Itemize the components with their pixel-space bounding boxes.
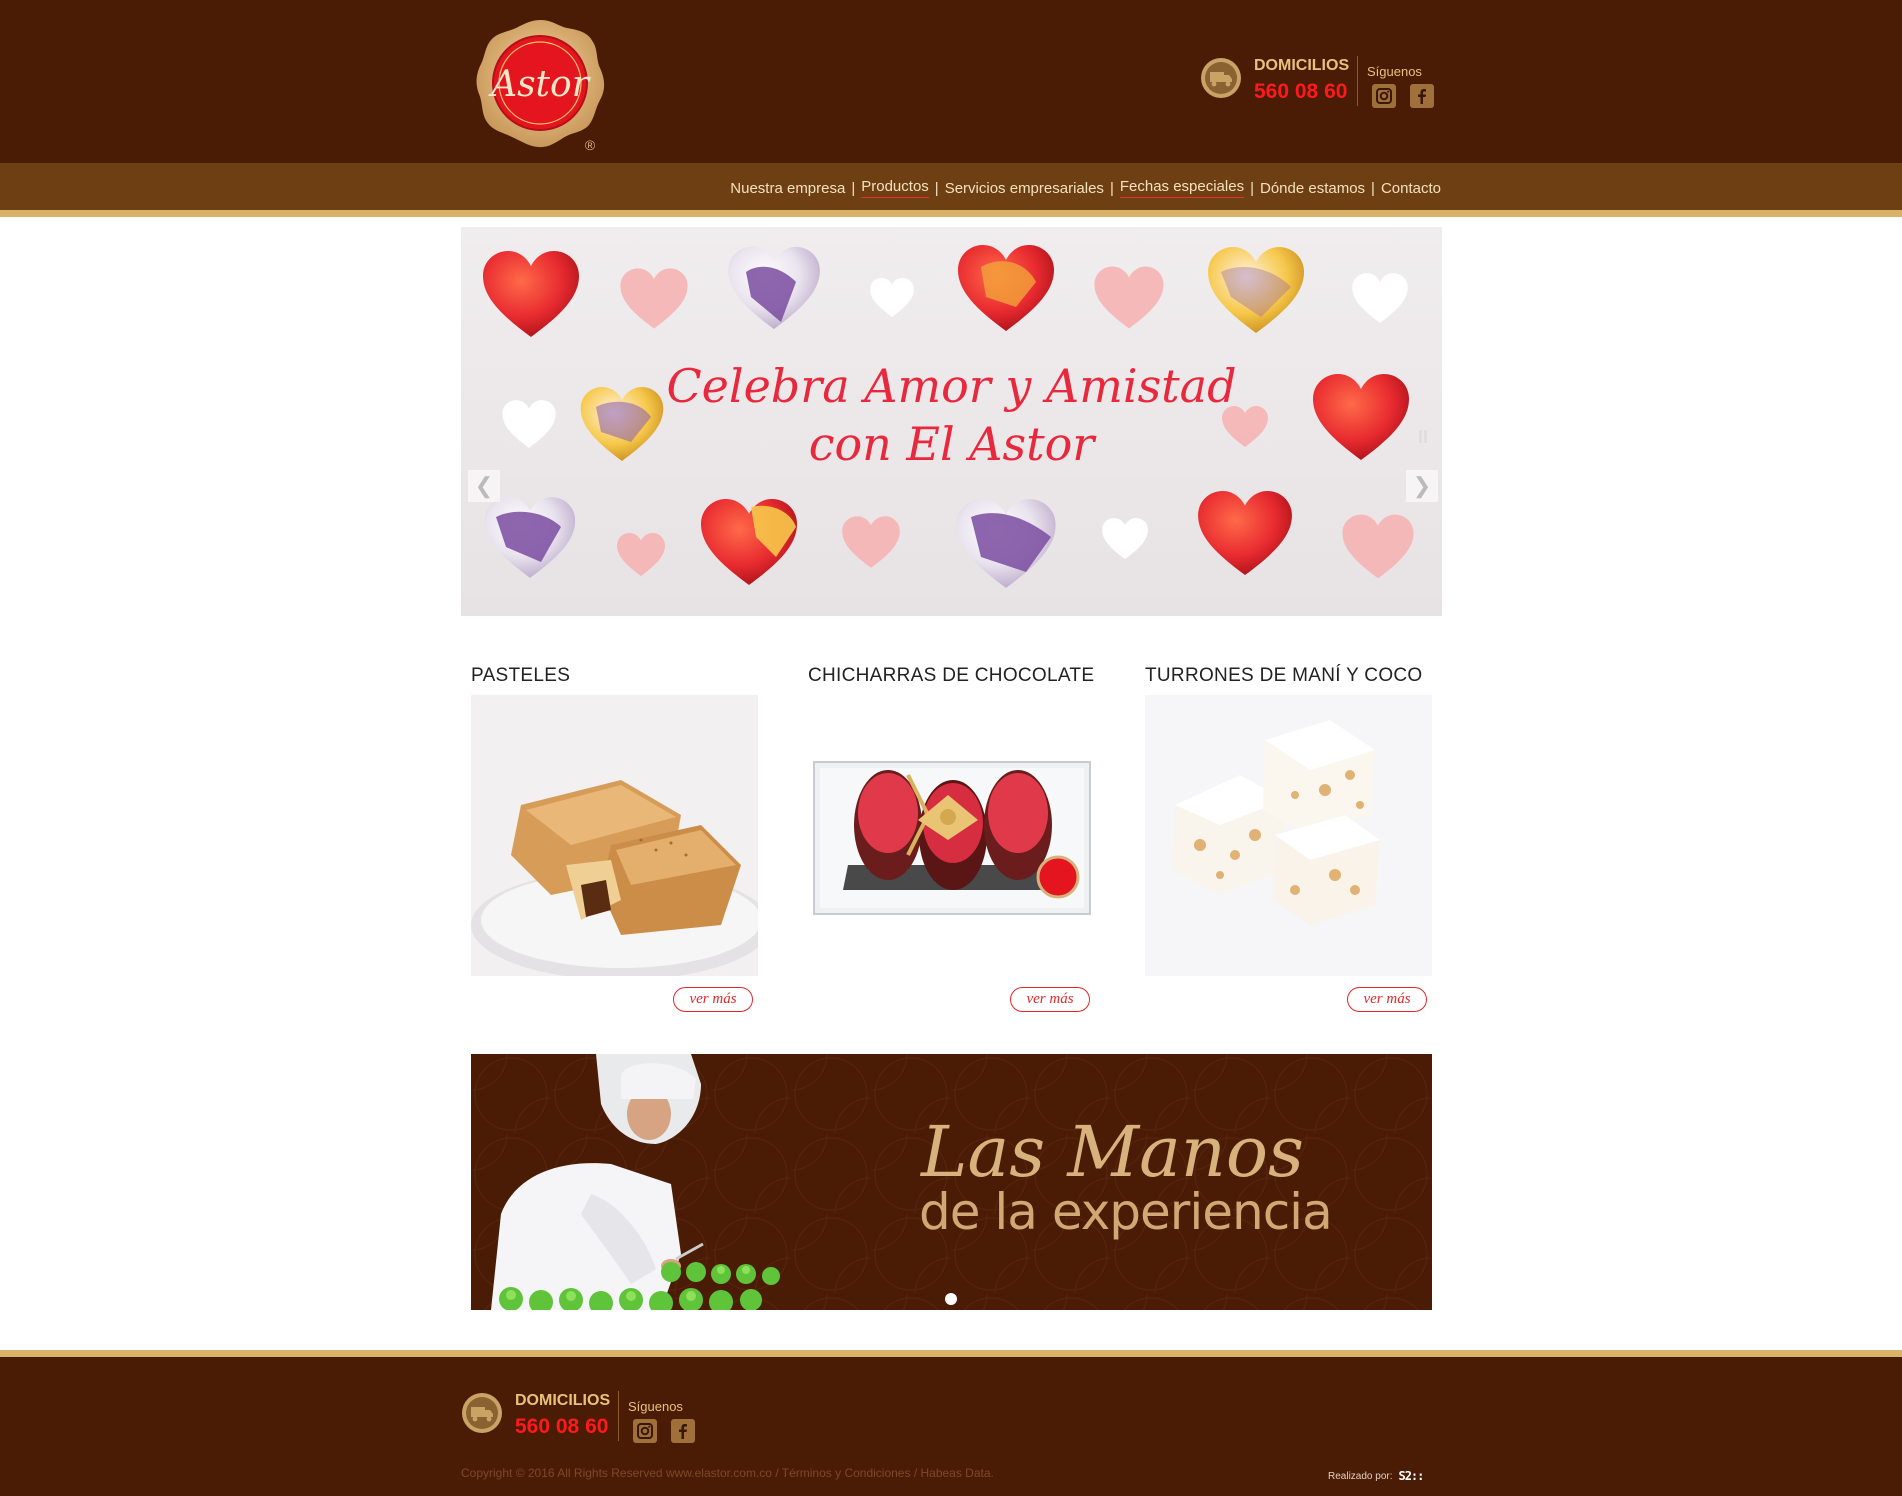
instagram-icon[interactable] xyxy=(1372,84,1396,108)
hero-slider[interactable]: Celebra Amor y Amistad con El Astor ❮ ❯ … xyxy=(461,227,1442,616)
follow-label: Síguenos xyxy=(628,1399,683,1414)
ver-mas-button[interactable]: ver más xyxy=(673,987,753,1012)
facebook-icon[interactable] xyxy=(671,1419,695,1443)
nav-gold-border xyxy=(0,210,1902,217)
slider-pause-icon[interactable]: II xyxy=(1418,427,1428,448)
svg-text:Astor: Astor xyxy=(488,64,591,105)
nav-links: Nuestra empresa | Productos | Servicios … xyxy=(730,178,1441,198)
banner-subtitle: de la experiencia xyxy=(919,1183,1333,1241)
instagram-icon[interactable] xyxy=(633,1419,657,1443)
nav-item-donde-estamos[interactable]: Dónde estamos xyxy=(1260,180,1365,197)
nav-item-productos[interactable]: Productos xyxy=(861,178,929,198)
divider xyxy=(1357,56,1358,106)
site-header: Astor ® DOMICILIOS 560 08 60 Síguenos xyxy=(0,0,1902,163)
product-card: PASTELES ver más xyxy=(471,665,761,1012)
site-footer: DOMICILIOS 560 08 60 Síguenos Copyright … xyxy=(0,1357,1902,1496)
slider-prev-button[interactable]: ❮ xyxy=(468,470,500,502)
follow-label: Síguenos xyxy=(1367,64,1422,79)
divider xyxy=(618,1391,619,1441)
footer-contact: DOMICILIOS 560 08 60 Síguenos xyxy=(461,1387,721,1447)
slide-headline: Celebra Amor y Amistad con El Astor xyxy=(461,357,1442,473)
delivery-phone[interactable]: 560 08 60 xyxy=(1254,80,1347,104)
product-image-chicharras[interactable] xyxy=(808,695,1095,976)
product-card: CHICHARRAS DE CHOCOLATE ver más xyxy=(808,665,1098,1012)
astor-logo[interactable]: Astor ® xyxy=(472,16,610,154)
svg-text:®: ® xyxy=(585,137,596,153)
product-card: TURRONES DE MANÍ Y COCO ver más xyxy=(1145,665,1435,1012)
product-title: PASTELES xyxy=(471,665,571,686)
product-image-turrones[interactable] xyxy=(1145,695,1432,976)
ver-mas-button[interactable]: ver más xyxy=(1010,987,1090,1012)
experience-banner[interactable]: Las Manos de la experiencia xyxy=(471,1054,1432,1310)
made-by: Realizado por: S2:: xyxy=(1328,1469,1424,1483)
nav-separator: | xyxy=(1250,179,1254,197)
slide-headline-line1: Celebra Amor y Amistad xyxy=(666,359,1237,413)
nav-separator: | xyxy=(934,179,939,197)
delivery-truck-icon xyxy=(461,1392,503,1434)
banner-title: Las Manos xyxy=(921,1111,1304,1193)
nav-item-servicios[interactable]: Servicios empresariales xyxy=(945,180,1104,197)
made-by-label: Realizado por: xyxy=(1328,1470,1393,1482)
product-image-pasteles[interactable] xyxy=(471,695,758,976)
nav-item-nuestra-empresa[interactable]: Nuestra empresa xyxy=(730,180,845,197)
nav-item-fechas-especiales[interactable]: Fechas especiales xyxy=(1119,178,1245,198)
delivery-phone[interactable]: 560 08 60 xyxy=(515,1415,608,1439)
product-title: CHICHARRAS DE CHOCOLATE xyxy=(808,665,1095,686)
delivery-truck-icon xyxy=(1200,57,1242,99)
facebook-icon[interactable] xyxy=(1410,84,1434,108)
product-title: TURRONES DE MANÍ Y COCO xyxy=(1145,665,1423,686)
ver-mas-button[interactable]: ver más xyxy=(1347,987,1427,1012)
s2-logo[interactable]: S2:: xyxy=(1398,1469,1424,1483)
header-contact: DOMICILIOS 560 08 60 Síguenos xyxy=(1200,52,1440,112)
footer-gold-border xyxy=(0,1350,1902,1357)
domicilios-label: DOMICILIOS xyxy=(1254,57,1350,74)
slider-next-button[interactable]: ❯ xyxy=(1406,470,1438,502)
domicilios-label: DOMICILIOS xyxy=(515,1392,611,1409)
slide-headline-line2: con El Astor xyxy=(808,417,1095,471)
copyright-text: Copyright © 2016 All Rights Reserved www… xyxy=(461,1466,994,1480)
main-nav: Nuestra empresa | Productos | Servicios … xyxy=(0,163,1902,210)
nav-separator: | xyxy=(851,179,856,197)
banner-pagination-dot[interactable] xyxy=(945,1293,957,1305)
nav-item-contacto[interactable]: Contacto xyxy=(1381,180,1441,197)
nav-separator: | xyxy=(1109,179,1114,197)
nav-separator: | xyxy=(1371,179,1375,197)
